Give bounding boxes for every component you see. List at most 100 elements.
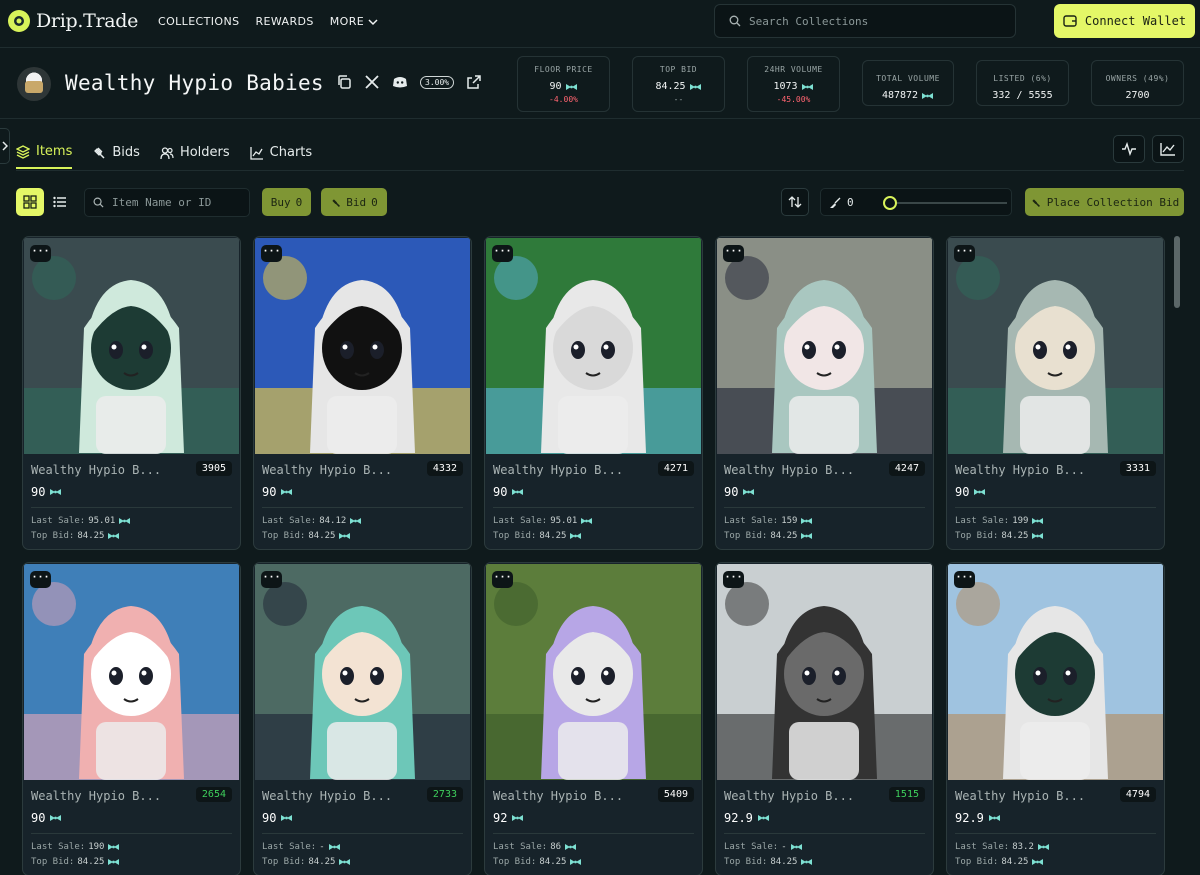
chart-toggle-button[interactable]: [1152, 135, 1184, 163]
external-link-icon[interactable]: [466, 74, 482, 90]
more-options-button[interactable]: ···: [954, 571, 975, 588]
last-sale-label: Last Sale:: [493, 516, 548, 526]
nft-id-badge: 5409: [657, 787, 694, 802]
nft-card[interactable]: ··· Wealthy Hypio B... 3905 90 Last Sale…: [22, 236, 241, 550]
nft-card[interactable]: ··· Wealthy Hypio B... 3331 90 Last Sale…: [946, 236, 1165, 550]
top-bid-label: Top Bid:: [724, 857, 768, 867]
more-options-button[interactable]: ···: [492, 245, 513, 262]
last-sale-value: -: [319, 842, 325, 852]
nft-price: 90: [262, 485, 293, 499]
scrollbar[interactable]: [1174, 236, 1180, 308]
list-view-button[interactable]: [46, 188, 74, 216]
hype-token-icon: [1037, 844, 1049, 850]
more-options-button[interactable]: ···: [723, 245, 744, 262]
nft-price: 90: [31, 811, 62, 825]
place-collection-bid-button[interactable]: Place Collection Bid: [1025, 188, 1184, 216]
royalty-badge: 3.00%: [420, 75, 455, 89]
top-bid-label: Top Bid:: [31, 857, 75, 867]
card-divider: [724, 833, 925, 834]
grid-view-button[interactable]: [16, 188, 44, 216]
nft-price: 92.9: [955, 811, 1001, 825]
sidebar-toggle[interactable]: [0, 128, 10, 164]
top-nav: Drip.Trade COLLECTIONS REWARDS MORE Sear…: [0, 0, 1200, 48]
tab-bids[interactable]: Bids: [92, 140, 140, 169]
nft-name: Wealthy Hypio B...: [493, 463, 624, 477]
hype-token-icon: [1032, 518, 1044, 524]
sweep-slider-track[interactable]: [887, 202, 1007, 204]
more-options-button[interactable]: ···: [261, 571, 282, 588]
nft-price: 92.9: [724, 811, 770, 825]
hype-token-icon: [743, 489, 755, 495]
sort-button[interactable]: [781, 188, 809, 216]
stat-label: FLOOR PRICE: [534, 65, 593, 74]
top-bid-value: 84.25: [1001, 531, 1029, 541]
more-options-button[interactable]: ···: [723, 571, 744, 588]
buy-cart-button[interactable]: Buy 0: [262, 188, 311, 216]
nft-card[interactable]: ··· Wealthy Hypio B... 4247 90 Last Sale…: [715, 236, 934, 550]
nft-card[interactable]: ··· Wealthy Hypio B... 2733 90 Last Sale…: [253, 562, 472, 875]
connect-wallet-button[interactable]: Connect Wallet: [1054, 4, 1195, 38]
nft-card[interactable]: ··· Wealthy Hypio B... 5409 92 Last Sale…: [484, 562, 703, 875]
wallet-icon: [1063, 15, 1077, 27]
nft-card[interactable]: ··· Wealthy Hypio B... 1515 92.9 Last Sa…: [715, 562, 934, 875]
top-bid-row: Top Bid: 84.25: [955, 531, 1044, 541]
tab-charts[interactable]: Charts: [250, 140, 312, 169]
top-bid-value: 84.25: [1001, 857, 1029, 867]
nav-rewards[interactable]: REWARDS: [255, 15, 313, 28]
nav-more-label: MORE: [329, 15, 365, 28]
nft-name: Wealthy Hypio B...: [262, 789, 393, 803]
hype-token-icon: [801, 83, 813, 90]
tab-label: Holders: [179, 145, 230, 160]
stat-24hr-volume: 24HR VOLUME 1073 -45.00%: [747, 56, 840, 112]
nav-more[interactable]: MORE: [330, 15, 378, 28]
grid-icon: [23, 195, 37, 209]
nft-name: Wealthy Hypio B...: [31, 463, 162, 477]
sweep-slider-thumb[interactable]: [883, 196, 897, 210]
hype-token-icon: [50, 489, 62, 495]
item-search-input[interactable]: Item Name or ID: [84, 188, 250, 217]
top-bid-value: 84.25: [539, 857, 567, 867]
nft-card[interactable]: ··· Wealthy Hypio B... 4794 92.9 Last Sa…: [946, 562, 1165, 875]
tab-items[interactable]: Items: [16, 140, 73, 169]
card-divider: [31, 833, 232, 834]
nft-id-badge: 4247: [888, 461, 925, 476]
nft-card[interactable]: ··· Wealthy Hypio B... 4271 90 Last Sale…: [484, 236, 703, 550]
stat-value: 90: [518, 81, 609, 92]
top-bid-row: Top Bid: 84.25: [955, 857, 1044, 867]
hype-token-icon: [339, 859, 351, 865]
top-bid-value: 84.25: [308, 857, 336, 867]
card-divider: [724, 507, 925, 508]
price-value: 90: [262, 485, 277, 499]
nav-collections[interactable]: COLLECTIONS: [158, 15, 239, 28]
more-options-button[interactable]: ···: [30, 571, 51, 588]
more-options-button[interactable]: ···: [492, 571, 513, 588]
collection-search-input[interactable]: Search Collections: [714, 4, 1016, 38]
last-sale-row: Last Sale: 190: [31, 842, 120, 852]
nft-image: [717, 564, 932, 780]
hype-token-icon: [974, 489, 986, 495]
bid-cart-button[interactable]: Bid 0: [321, 188, 387, 216]
copy-icon[interactable]: [336, 74, 352, 90]
tab-holders[interactable]: Holders: [160, 140, 230, 169]
hype-token-icon: [988, 815, 1000, 821]
discord-icon[interactable]: [392, 74, 408, 90]
top-bid-row: Top Bid: 84.25: [262, 531, 351, 541]
logo[interactable]: Drip.Trade: [8, 10, 138, 32]
stat-value: 84.25: [633, 81, 724, 92]
connect-wallet-label: Connect Wallet: [1084, 14, 1187, 28]
nft-card[interactable]: ··· Wealthy Hypio B... 4332 90 Last Sale…: [253, 236, 472, 550]
last-sale-label: Last Sale:: [724, 842, 779, 852]
more-options-button[interactable]: ···: [954, 245, 975, 262]
card-divider: [955, 507, 1156, 508]
last-sale-value: 83.2: [1012, 842, 1034, 852]
more-options-button[interactable]: ···: [30, 245, 51, 262]
more-options-button[interactable]: ···: [261, 245, 282, 262]
x-twitter-icon[interactable]: [364, 74, 380, 90]
top-bid-value: 84.25: [770, 857, 798, 867]
hype-token-icon: [1032, 533, 1044, 539]
last-sale-value: 199: [1012, 516, 1029, 526]
nft-price: 90: [31, 485, 62, 499]
nft-card[interactable]: ··· Wealthy Hypio B... 2654 90 Last Sale…: [22, 562, 241, 875]
tabs-divider: [16, 170, 1184, 171]
activity-toggle-button[interactable]: [1113, 135, 1145, 163]
